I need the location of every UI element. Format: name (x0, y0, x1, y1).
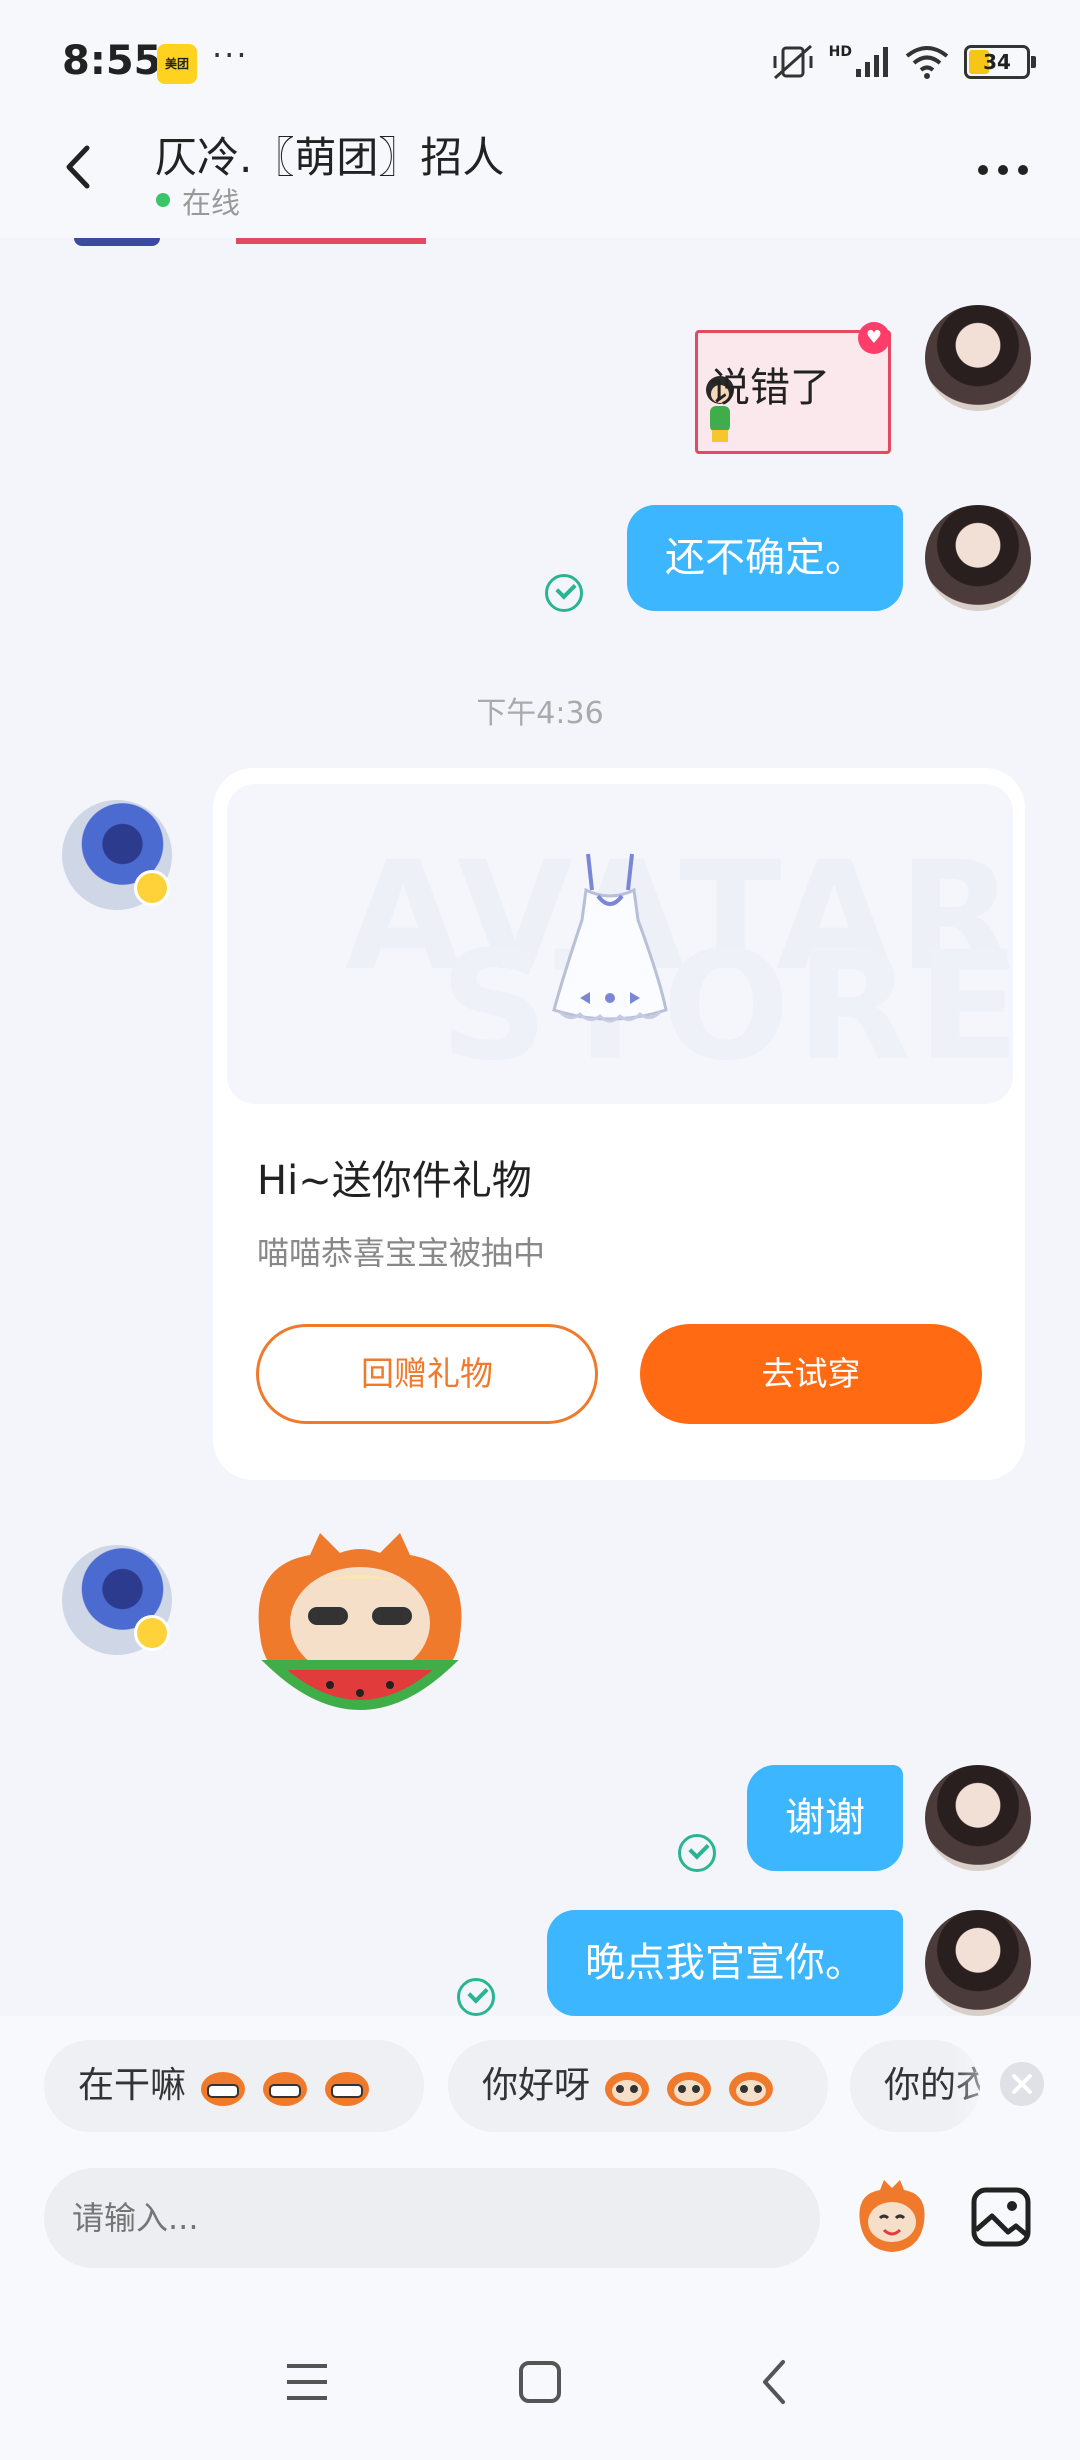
home-nav-icon[interactable] (518, 2360, 562, 2404)
back-nav-icon[interactable] (755, 2358, 795, 2406)
heart-badge-icon: ♥ (858, 322, 890, 354)
my-message-bubble[interactable]: 晚点我官宣你。 (547, 1910, 903, 2016)
message-input[interactable] (44, 2168, 820, 2268)
my-avatar[interactable] (925, 1765, 1031, 1871)
chat-title[interactable]: 仄冷.〖萌团〗招人 (155, 124, 504, 185)
status-time: 8:55 (62, 38, 162, 84)
read-check-icon (678, 1834, 716, 1872)
grin-face-icon (325, 2072, 370, 2106)
quick-reply-text: 在干嘛 (78, 2065, 187, 2106)
vibrate-off-icon (773, 44, 813, 80)
status-more-icon: ··· (212, 36, 249, 74)
gift-subtitle: 喵喵恭喜宝宝被抽中 (257, 1234, 546, 1272)
try-on-button[interactable]: 去试穿 (640, 1324, 982, 1424)
status-indicators: HD 34 (771, 40, 1036, 84)
online-dot-icon (156, 193, 170, 207)
prev-sticker-remnant (236, 238, 426, 244)
grin-face-icon (201, 2072, 246, 2106)
gift-watermark-line2: STORE (440, 920, 1026, 1094)
hd-label: HD (828, 44, 852, 60)
read-check-icon (545, 574, 583, 612)
quick-reply-chip[interactable]: 在干嘛 (44, 2040, 424, 2132)
wink-face-icon (729, 2072, 774, 2106)
quick-reply-text: 你好呀 (482, 2065, 591, 2106)
meituan-app-icon: 美团 (157, 44, 197, 84)
watermelon-sticker[interactable] (240, 1525, 480, 1725)
sticker-button-icon[interactable] (852, 2176, 932, 2256)
my-avatar[interactable] (925, 305, 1031, 411)
gift-title: Hi~送你件礼物 (257, 1158, 532, 1204)
my-avatar[interactable] (925, 505, 1031, 611)
my-message-bubble[interactable]: 谢谢 (747, 1765, 903, 1871)
recents-nav-icon[interactable] (285, 2360, 329, 2404)
battery-level: 34 (983, 50, 1011, 74)
read-check-icon (457, 1978, 495, 2016)
grin-face-icon (263, 2072, 308, 2106)
online-status: 在线 (182, 186, 241, 220)
my-message-bubble[interactable]: 还不确定。 (627, 505, 903, 611)
battery-icon: 34 (964, 45, 1036, 79)
wifi-icon (905, 46, 949, 79)
back-arrow-icon[interactable] (55, 142, 105, 192)
avatar-badge-icon (134, 1615, 170, 1651)
more-menu-icon[interactable] (975, 160, 1031, 180)
wink-face-icon (667, 2072, 712, 2106)
wink-face-icon (605, 2072, 650, 2106)
signal-icon (856, 47, 888, 77)
avatar-badge-icon (134, 870, 170, 906)
my-avatar[interactable] (925, 1910, 1031, 2016)
quick-reply-chip[interactable]: 你好呀 (448, 2040, 828, 2132)
sticker-text: 说错了 (710, 365, 830, 411)
dress-icon (552, 853, 668, 1023)
return-gift-button[interactable]: 回赠礼物 (256, 1324, 598, 1424)
prev-avatar-remnant (74, 238, 160, 246)
message-timestamp: 下午4:36 (476, 696, 604, 731)
close-quick-replies-icon[interactable] (1000, 2062, 1044, 2106)
image-picker-icon[interactable] (970, 2186, 1032, 2248)
